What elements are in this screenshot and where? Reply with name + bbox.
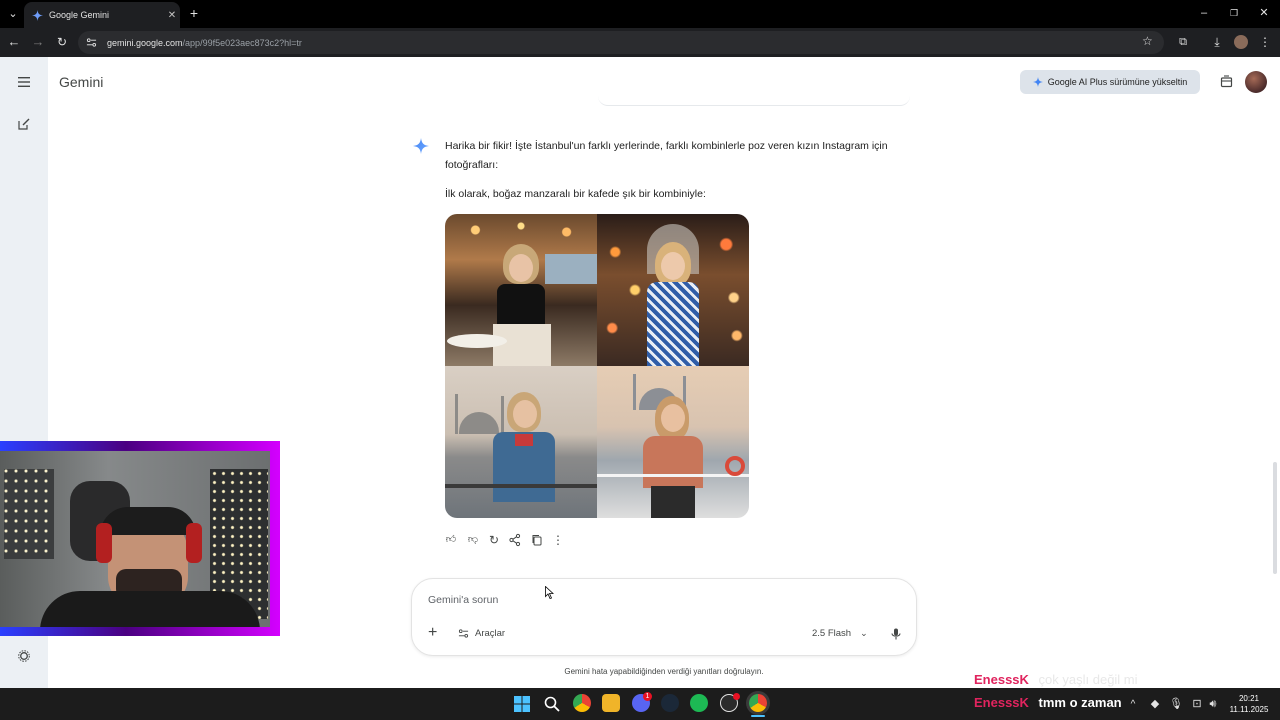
settings-gear-icon[interactable] xyxy=(18,650,30,662)
clock-time: 20:21 xyxy=(1238,694,1260,703)
extensions-icon[interactable]: ⧉ xyxy=(1175,34,1191,50)
generated-image-cafe[interactable] xyxy=(445,214,597,366)
response-first-line: İlk olarak, boğaz manzaralı bir kafede ş… xyxy=(445,188,706,200)
scrollbar-thumb[interactable] xyxy=(1273,462,1277,574)
windows-start-icon[interactable] xyxy=(514,696,530,712)
upgrade-label: Google AI Plus sürümüne yükseltin xyxy=(1047,77,1188,87)
download-icon[interactable]: ⤓ xyxy=(1209,34,1225,50)
sparkle-icon xyxy=(1032,77,1043,87)
mouse-cursor-icon xyxy=(545,586,554,599)
tray-volume-icon[interactable]: 🔊︎ xyxy=(1206,696,1220,712)
chrome-taskbar-icon[interactable] xyxy=(573,694,591,712)
new-chat-icon[interactable] xyxy=(18,118,30,130)
gemini-spark-icon xyxy=(413,138,429,154)
webcam-overlay xyxy=(0,441,280,636)
new-tab-icon[interactable]: + xyxy=(186,5,202,21)
file-explorer-icon[interactable] xyxy=(602,694,620,712)
chevron-down-icon: ⌄ xyxy=(860,628,868,638)
window-close-icon[interactable]: ✕ xyxy=(1256,5,1272,21)
microphone-icon[interactable] xyxy=(891,628,901,640)
chat-message-1: EnesssK çok yaşlı değil mi xyxy=(974,672,1138,687)
discord-badge: 1 xyxy=(643,692,652,701)
tray-network-icon[interactable]: ⊡ xyxy=(1190,696,1204,712)
active-app-indicator xyxy=(751,715,765,717)
address-bar[interactable]: gemini.google.com/app/99f5e023aec873c2?h… xyxy=(78,31,1164,54)
close-tab-icon[interactable]: ✕ xyxy=(164,10,180,21)
add-attachment-icon[interactable]: + xyxy=(428,625,437,641)
tools-sliders-icon xyxy=(458,629,469,638)
chrome-menu-icon[interactable]: ⋮ xyxy=(1258,34,1272,50)
clock-date: 11.11.2025 xyxy=(1229,705,1269,714)
prompt-input-card: Gemini'a sorun + Araçlar 2.5 Flash ⌄ xyxy=(411,578,917,656)
avatar[interactable] xyxy=(1245,71,1267,93)
thumbs-up-icon[interactable]: 👍︎ xyxy=(444,533,458,547)
chat-message-text: çok yaşlı değil mi xyxy=(1038,672,1138,687)
generated-image-grid[interactable] xyxy=(445,214,749,518)
spotify-icon[interactable] xyxy=(690,694,708,712)
copy-icon[interactable] xyxy=(530,533,544,547)
tray-microphone-icon[interactable]: 🎙︎ xyxy=(1169,696,1183,712)
browser-tab[interactable]: Google Gemini ✕ xyxy=(24,2,180,28)
steam-icon[interactable] xyxy=(661,694,679,712)
temporary-chat-icon[interactable] xyxy=(1220,75,1233,88)
bookmark-star-icon[interactable]: ☆ xyxy=(1142,34,1153,48)
url-path: /app/99f5e023aec873c2?hl=tr xyxy=(182,37,302,48)
tools-button[interactable]: Araçlar xyxy=(458,628,505,639)
restore-icon[interactable]: ❐ xyxy=(1226,5,1242,21)
disclaimer-text: Gemini hata yapabildiğinden verdiği yanı… xyxy=(564,667,764,676)
notification-dot xyxy=(733,693,740,700)
site-settings-icon[interactable] xyxy=(86,37,97,48)
search-icon[interactable] xyxy=(544,696,560,712)
generated-image-bazaar[interactable] xyxy=(597,214,749,366)
chrome-active-icon[interactable] xyxy=(749,694,767,712)
minimize-icon[interactable]: – xyxy=(1196,5,1212,21)
tab-search-chevron-icon[interactable]: ⌄ xyxy=(6,6,20,22)
thumbs-down-icon[interactable]: 👎︎ xyxy=(466,533,480,547)
app-title: Gemini xyxy=(59,74,104,90)
taskbar-clock[interactable]: 20:21 11.11.2025 xyxy=(1226,693,1272,715)
browser-toolbar: ← → ↻ gemini.google.com/app/99f5e023aec8… xyxy=(0,28,1280,57)
reload-icon[interactable]: ↻ xyxy=(54,34,70,50)
tab-title: Google Gemini xyxy=(49,10,110,20)
response-intro-text: Harika bir fikir! İşte İstanbul'un farkl… xyxy=(445,140,888,171)
tray-steam-icon[interactable]: ◆ xyxy=(1148,696,1162,712)
chat-username: EnesssK xyxy=(974,672,1029,687)
url-host: gemini.google.com xyxy=(107,37,183,48)
tools-label: Araçlar xyxy=(475,628,506,639)
hamburger-menu-icon[interactable] xyxy=(18,77,30,87)
generated-image-ferry[interactable] xyxy=(597,366,749,518)
regenerate-icon[interactable]: ↻ xyxy=(487,533,501,547)
browser-tab-strip: ⌄ Google Gemini ✕ + – ❐ ✕ xyxy=(0,0,1280,28)
webcam-feed xyxy=(0,451,270,627)
prompt-input[interactable]: Gemini'a sorun xyxy=(428,594,498,606)
forward-icon[interactable]: → xyxy=(30,34,46,50)
back-icon[interactable]: ← xyxy=(6,34,22,50)
tray-chevron-icon[interactable]: ^ xyxy=(1126,697,1140,713)
model-label: 2.5 Flash xyxy=(812,628,852,639)
chat-message-text: tmm o zaman xyxy=(1038,695,1122,710)
share-icon[interactable] xyxy=(508,533,522,547)
chat-message-2: EnesssK tmm o zaman xyxy=(974,695,1122,710)
model-selector[interactable]: 2.5 Flash ⌄ xyxy=(812,628,868,639)
upgrade-button[interactable]: Google AI Plus sürümüne yükseltin xyxy=(1020,70,1200,94)
gemini-favicon-icon xyxy=(32,9,43,21)
previous-message-card xyxy=(598,96,910,106)
generated-image-denim[interactable] xyxy=(445,366,597,518)
profile-avatar-icon[interactable] xyxy=(1234,35,1248,49)
chat-username: EnesssK xyxy=(974,695,1029,710)
more-options-icon[interactable]: ⋮ xyxy=(551,533,565,547)
